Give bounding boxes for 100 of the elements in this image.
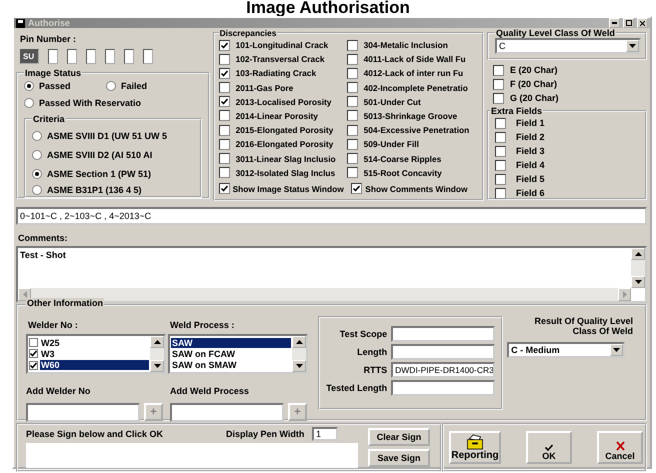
scroll-up-button[interactable] <box>150 336 164 348</box>
checkbox-label: 504-Excessive Penetration <box>364 125 470 136</box>
minimize-icon <box>612 22 617 24</box>
checkbox[interactable] <box>495 132 506 142</box>
checkbox-label: 514-Coarse Ripples <box>364 154 442 164</box>
checkbox[interactable] <box>29 338 38 348</box>
checkbox[interactable] <box>346 138 358 150</box>
scroll-up-button[interactable] <box>631 248 645 260</box>
pin-digit-field[interactable] <box>124 49 134 64</box>
checkbox[interactable] <box>218 82 230 94</box>
checkbox[interactable] <box>218 54 230 65</box>
checkbox[interactable] <box>29 349 38 358</box>
field-label: Result Of Quality Level Class Of Weld <box>534 316 634 336</box>
checkbox[interactable] <box>493 78 504 90</box>
checkbox[interactable] <box>218 68 230 79</box>
checkbox[interactable] <box>346 110 358 122</box>
checkbox[interactable] <box>218 167 230 178</box>
radio-button[interactable] <box>24 98 34 108</box>
maximize-button[interactable] <box>623 18 634 28</box>
vertical-scrollbar[interactable] <box>150 336 164 372</box>
weld-process-list[interactable]: SAW SAW on FCAW SAW on SMAW <box>168 334 308 374</box>
checkbox[interactable] <box>495 188 506 198</box>
pin-digit-field[interactable] <box>86 49 96 64</box>
ok-button[interactable]: OK <box>526 431 572 464</box>
sign-button[interactable]: Save Sign <box>368 449 430 467</box>
checkbox[interactable] <box>346 54 358 65</box>
checkbox[interactable] <box>495 146 506 156</box>
cancel-button[interactable]: Cancel <box>597 431 643 464</box>
radio-button[interactable] <box>32 130 42 140</box>
horizontal-scrollbar[interactable] <box>18 288 631 301</box>
checkbox[interactable] <box>495 174 506 184</box>
field-label: Pin Number : <box>20 34 78 44</box>
checkbox[interactable] <box>493 92 504 104</box>
scroll-down-button[interactable] <box>631 276 645 288</box>
checkbox[interactable] <box>218 138 230 150</box>
list-item[interactable]: W60 <box>40 360 149 370</box>
pen-width-field[interactable]: 1 <box>312 427 338 441</box>
dropdown-button[interactable] <box>626 40 639 52</box>
checkbox[interactable] <box>346 124 358 136</box>
checkbox[interactable] <box>346 96 358 108</box>
checkbox[interactable] <box>495 160 506 170</box>
vertical-scrollbar[interactable] <box>292 336 306 372</box>
checkbox[interactable] <box>346 68 358 79</box>
up-arrow-icon <box>154 340 160 344</box>
minimize-button[interactable] <box>609 18 620 28</box>
result-dropdown[interactable]: C - Medium <box>507 342 626 358</box>
pin-digit-field[interactable] <box>143 49 153 64</box>
text-field[interactable] <box>170 402 284 422</box>
list-item[interactable]: SAW <box>171 338 291 348</box>
group-title: Quality Level Class Of Weld <box>495 28 616 38</box>
checkbox[interactable] <box>493 64 504 76</box>
scroll-left-button[interactable] <box>18 288 31 301</box>
radio-button[interactable] <box>32 150 42 160</box>
checkbox[interactable] <box>495 118 506 128</box>
check-icon <box>220 70 228 77</box>
list-item[interactable]: SAW on FCAW <box>171 348 291 359</box>
text-field[interactable]: DWDI-PIPE-DR1400-CR3 <box>391 362 496 378</box>
vertical-scrollbar[interactable] <box>631 248 645 288</box>
left-arrow-icon <box>22 291 26 298</box>
checkbox[interactable] <box>218 110 230 122</box>
text-field[interactable] <box>391 380 496 396</box>
welder-list[interactable]: W25 W3 W60 <box>26 334 166 374</box>
checkbox-label: 2014-Linear Porosity <box>236 110 318 121</box>
checkbox[interactable] <box>218 153 230 164</box>
text-field[interactable] <box>391 326 496 342</box>
scroll-down-button[interactable] <box>150 360 164 372</box>
reporting-button[interactable]: Reporting <box>449 431 501 464</box>
checkbox[interactable] <box>218 124 230 136</box>
pin-code-field[interactable]: SU <box>20 49 39 64</box>
pin-digit-field[interactable] <box>48 49 58 64</box>
scroll-down-button[interactable] <box>292 360 306 372</box>
sign-button[interactable]: Clear Sign <box>368 428 430 446</box>
up-arrow-icon <box>634 252 642 256</box>
dropdown-button[interactable] <box>610 344 624 356</box>
scroll-up-button[interactable] <box>292 336 306 348</box>
close-button[interactable] <box>637 18 648 28</box>
checkbox[interactable] <box>218 183 230 194</box>
quality-level-dropdown[interactable]: C <box>495 38 641 54</box>
checkbox[interactable] <box>346 153 358 164</box>
checkbox[interactable] <box>346 40 358 50</box>
list-item[interactable]: W25 <box>40 338 149 348</box>
checkbox[interactable] <box>218 96 230 108</box>
text-field[interactable] <box>26 402 140 422</box>
pin-digit-field[interactable] <box>67 49 77 64</box>
radio-button[interactable] <box>32 184 42 194</box>
radio-button[interactable] <box>106 81 116 91</box>
checkbox[interactable] <box>346 82 358 94</box>
checkbox[interactable] <box>346 167 358 178</box>
radio-label: ASME SVIII D2 (AI 510 AI <box>47 150 152 160</box>
list-item[interactable]: W3 <box>40 348 149 359</box>
text-field[interactable] <box>391 344 496 360</box>
discrepancy-codes-field[interactable]: 0~101~C , 2~103~C , 4~2013~C <box>16 207 647 225</box>
checkbox[interactable] <box>218 40 230 50</box>
checkbox[interactable] <box>29 360 38 370</box>
list-item[interactable]: SAW on SMAW <box>171 360 291 370</box>
radio-button[interactable] <box>32 168 42 178</box>
field-label: Comments: <box>18 233 69 243</box>
pin-digit-field[interactable] <box>105 49 115 64</box>
radio-button[interactable] <box>24 81 34 91</box>
checkbox[interactable] <box>351 183 362 194</box>
